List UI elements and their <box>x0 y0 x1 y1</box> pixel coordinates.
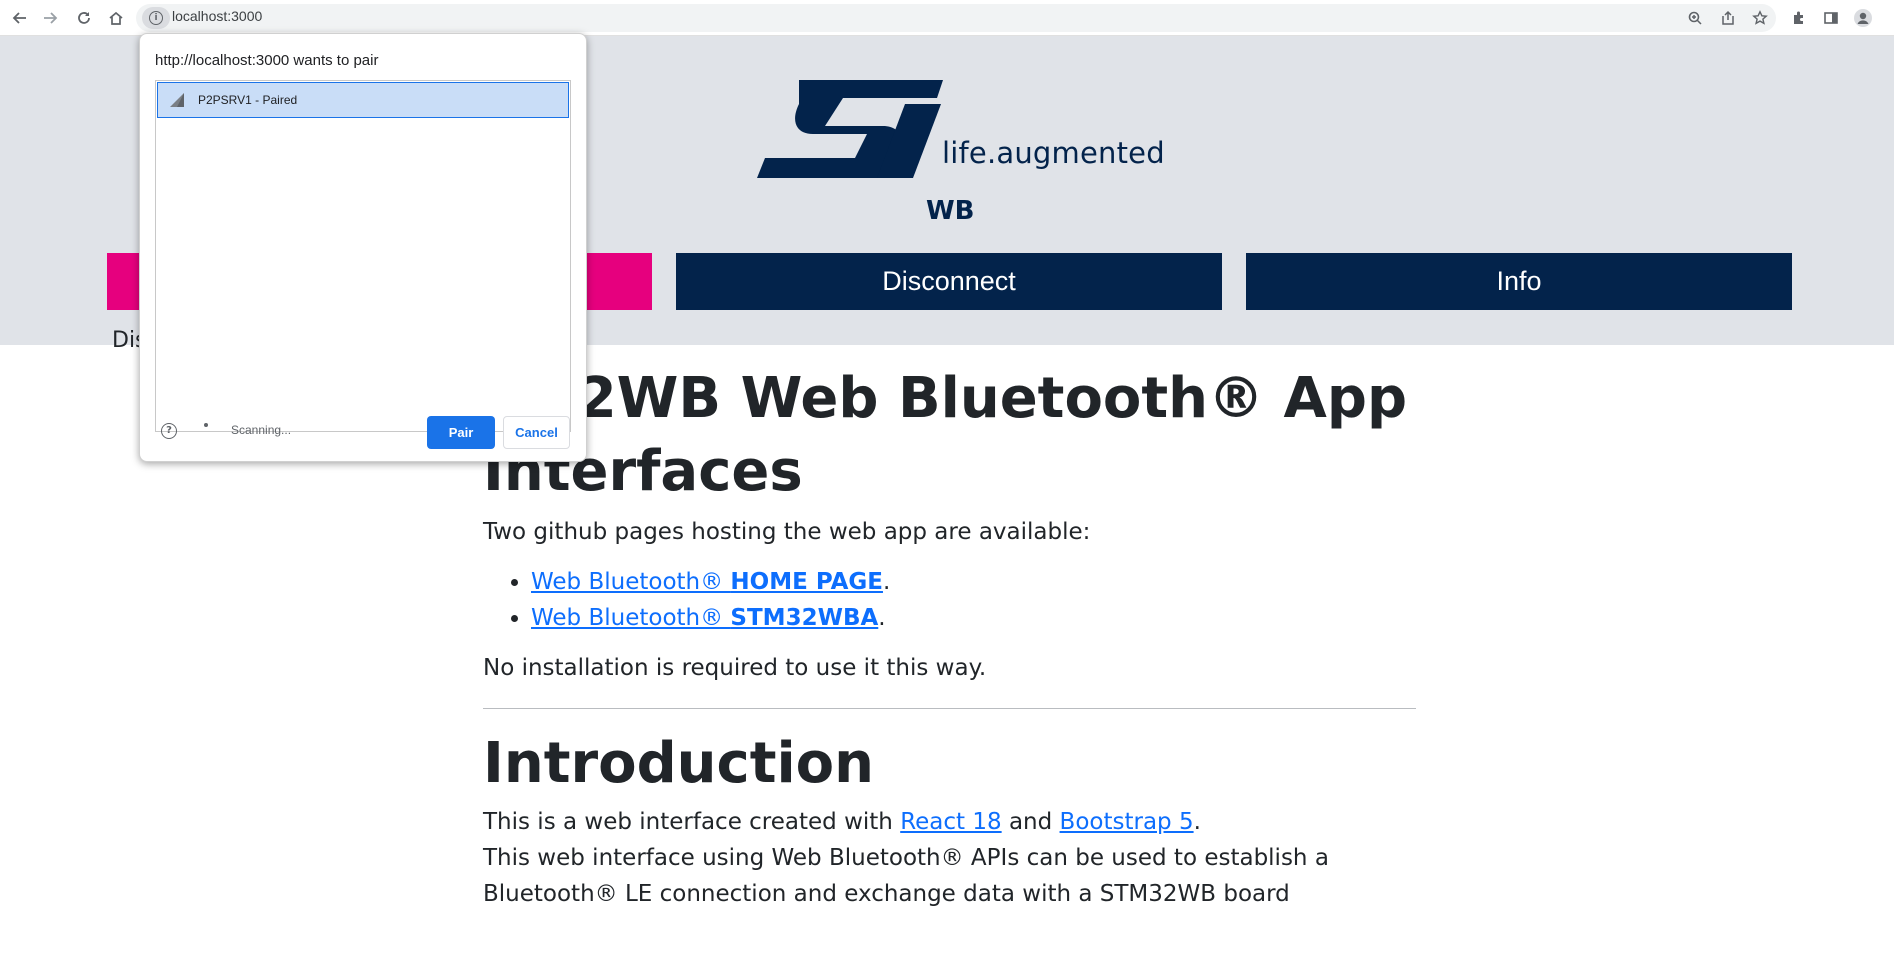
star-icon[interactable] <box>1748 6 1772 30</box>
sidepanel-icon[interactable] <box>1819 6 1843 30</box>
list-item: Web Bluetooth® HOME PAGE. <box>531 564 1416 600</box>
logo-tagline: life.augmented <box>942 136 1165 170</box>
disconnect-button[interactable]: Disconnect <box>676 253 1222 310</box>
info-button[interactable]: Info <box>1246 253 1792 310</box>
page-subtitle: WB <box>926 196 975 226</box>
device-list: P2PSRV1 - Paired <box>155 80 571 432</box>
st-logo-icon <box>757 80 943 178</box>
main-content: M32WB Web Bluetooth® App Interfaces Two … <box>483 362 1416 912</box>
device-label: P2PSRV1 - Paired <box>198 93 298 107</box>
react-link[interactable]: React 18 <box>900 809 1001 835</box>
intro-paragraph-2: This web interface using Web Bluetooth® … <box>483 845 1329 907</box>
device-item[interactable]: P2PSRV1 - Paired <box>157 82 569 118</box>
address-bar[interactable] <box>136 4 1776 32</box>
stm32wba-link[interactable]: Web Bluetooth® STM32WBA <box>531 605 878 631</box>
signal-strength-icon <box>170 93 184 107</box>
help-icon[interactable]: ? <box>161 423 177 439</box>
forward-icon[interactable] <box>38 6 62 30</box>
pair-button[interactable]: Pair <box>427 416 495 449</box>
list-item: Web Bluetooth® STM32WBA. <box>531 600 1416 636</box>
intro-paragraph-1: This is a web interface created with Rea… <box>483 809 1201 835</box>
page-title-line1: M32WB Web Bluetooth® App <box>483 366 1408 431</box>
scanning-status: Scanning... <box>231 423 292 437</box>
cancel-button[interactable]: Cancel <box>503 416 570 449</box>
info-icon[interactable]: i <box>142 7 170 29</box>
divider <box>483 708 1416 709</box>
page-title: M32WB Web Bluetooth® App Interfaces <box>483 362 1416 508</box>
reload-icon[interactable] <box>72 6 96 30</box>
back-icon[interactable] <box>8 6 32 30</box>
bootstrap-link[interactable]: Bootstrap 5 <box>1060 809 1194 835</box>
extensions-icon[interactable] <box>1787 6 1811 30</box>
dialog-title: http://localhost:3000 wants to pair <box>155 52 379 69</box>
spinner-icon <box>204 423 208 427</box>
hosting-links-list: Web Bluetooth® HOME PAGE. Web Bluetooth®… <box>483 564 1416 636</box>
zoom-icon[interactable] <box>1683 6 1707 30</box>
bluetooth-pair-dialog: http://localhost:3000 wants to pair P2PS… <box>139 33 587 462</box>
url-text[interactable]: localhost:3000 <box>172 8 262 24</box>
browser-toolbar: i localhost:3000 <box>0 0 1894 36</box>
home-page-link[interactable]: Web Bluetooth® HOME PAGE <box>531 569 883 595</box>
share-icon[interactable] <box>1716 6 1740 30</box>
profile-icon[interactable] <box>1851 6 1875 30</box>
intro-text: Two github pages hosting the web app are… <box>483 519 1091 545</box>
home-icon[interactable] <box>104 6 128 30</box>
introduction-heading: Introduction <box>483 731 875 796</box>
no-install-text: No installation is required to use it th… <box>483 655 987 681</box>
